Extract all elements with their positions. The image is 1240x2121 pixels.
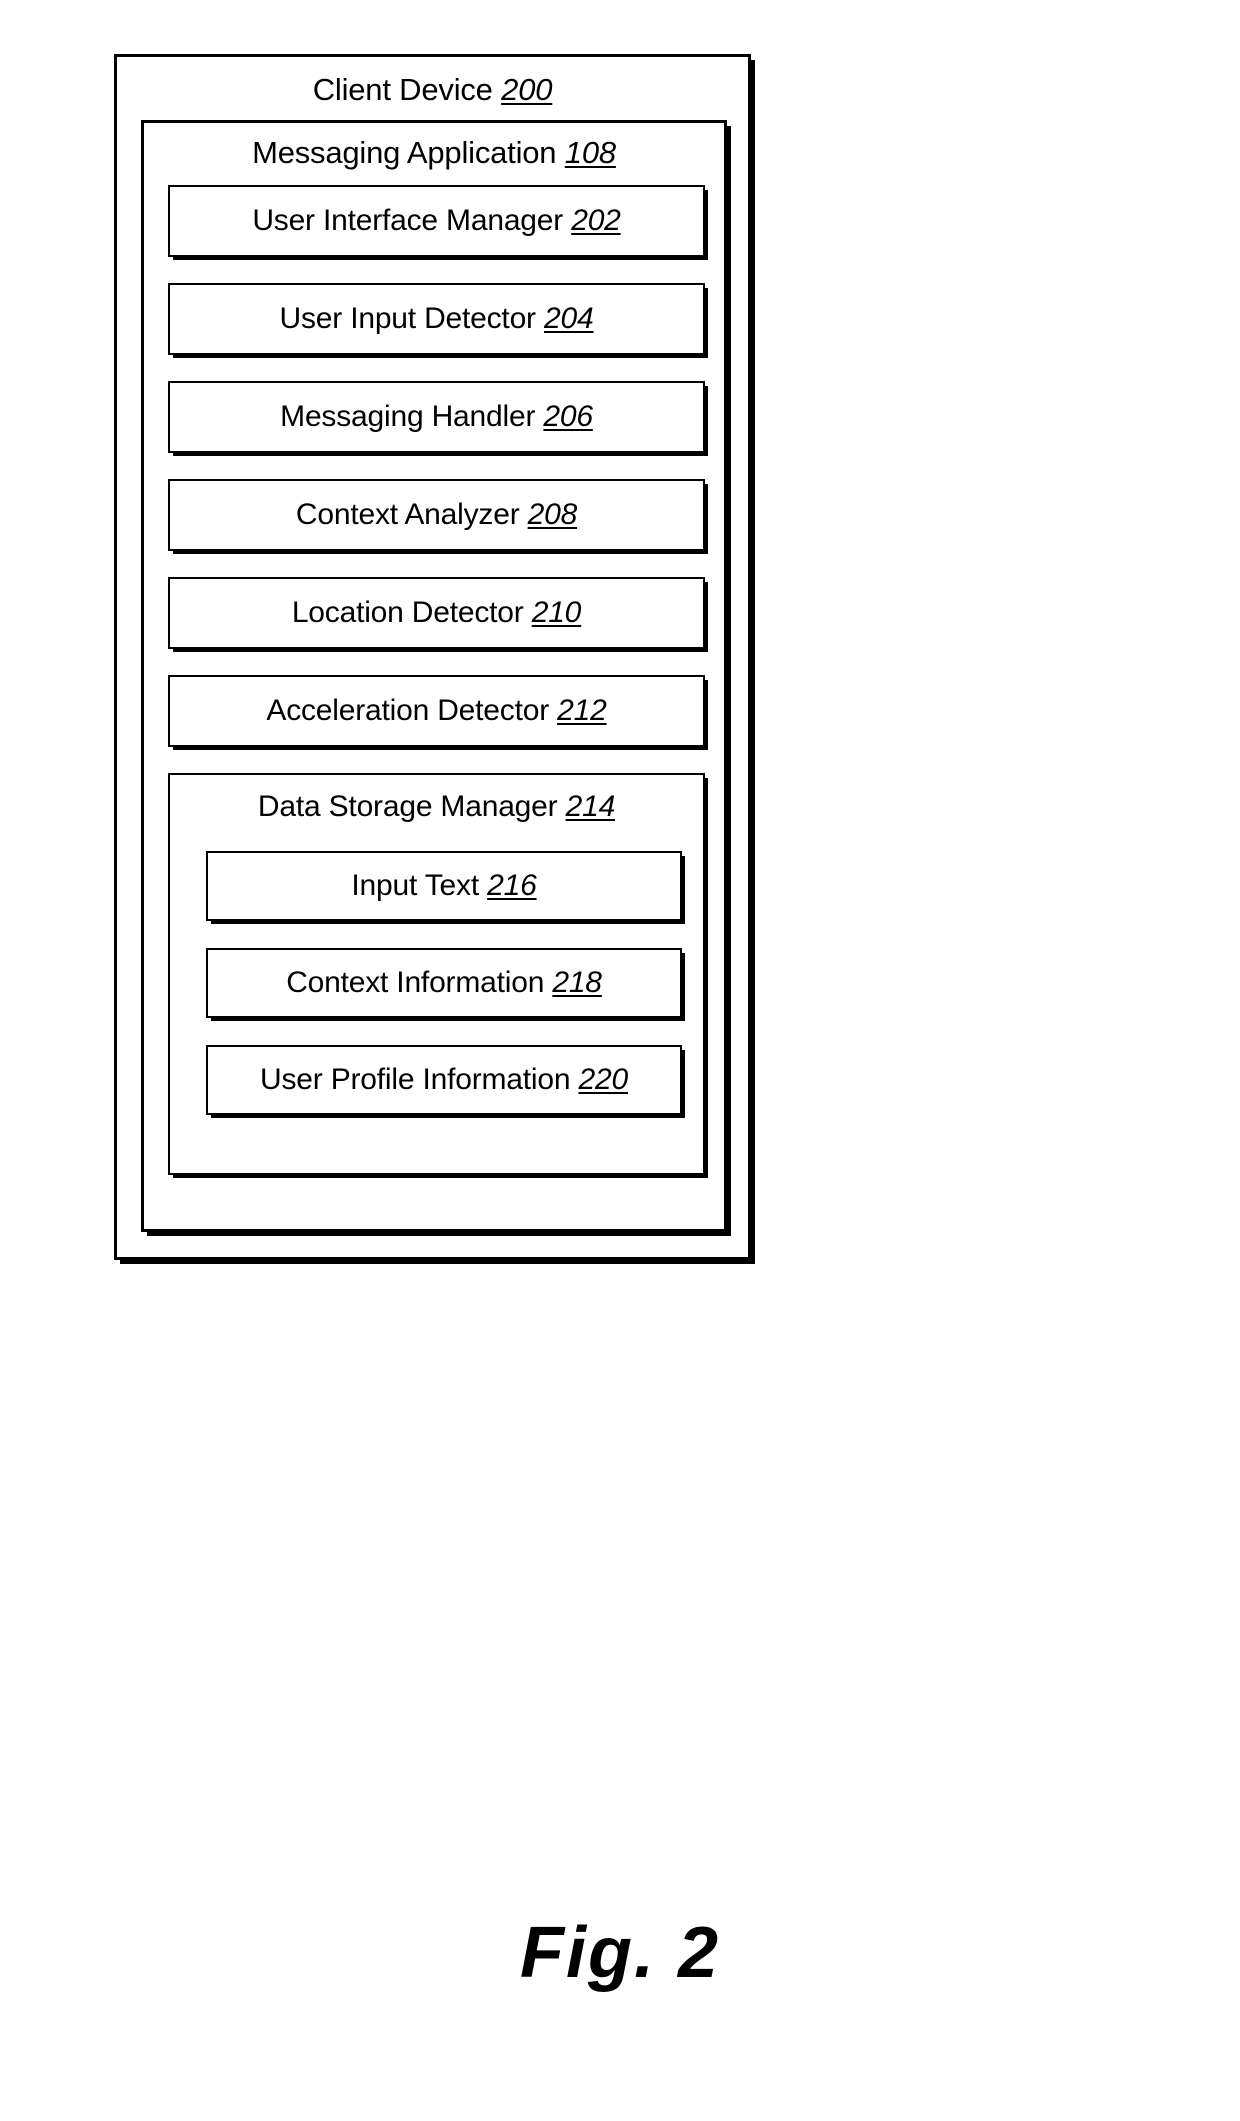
messaging-application-title-text: Messaging Application bbox=[252, 135, 557, 170]
storage-item-title-text: User Profile Information bbox=[260, 1063, 571, 1096]
client-device-box: Client Device 200 Messaging Application … bbox=[114, 54, 751, 1260]
storage-item-label: Context Information 218 bbox=[286, 968, 602, 998]
component-title-text: Messaging Handler bbox=[280, 400, 536, 433]
client-device-title: Client Device 200 bbox=[117, 74, 748, 105]
storage-item-label: User Profile Information 220 bbox=[260, 1065, 628, 1095]
messaging-application-title: Messaging Application 108 bbox=[144, 137, 724, 168]
component-user-input-detector: User Input Detector 204 bbox=[168, 283, 705, 355]
messaging-application-ref: 108 bbox=[564, 135, 616, 170]
storage-item-input-text: Input Text 216 bbox=[206, 851, 682, 921]
data-storage-manager-title: Data Storage Manager 214 bbox=[170, 792, 703, 822]
component-title-text: Location Detector bbox=[291, 596, 524, 629]
messaging-application-box: Messaging Application 108 User Interface… bbox=[141, 120, 727, 1232]
component-label: Context Analyzer 208 bbox=[296, 500, 577, 530]
component-label: Location Detector 210 bbox=[291, 596, 582, 629]
client-device-title-text: Client Device bbox=[312, 72, 493, 107]
storage-item-ref: 218 bbox=[552, 966, 602, 999]
component-label: Messaging Handler 206 bbox=[280, 402, 593, 432]
component-label: User Input Detector 204 bbox=[280, 304, 594, 334]
figure-caption: Fig. 2 bbox=[519, 1913, 720, 1993]
component-ref: 210 bbox=[531, 596, 582, 629]
data-storage-manager-box: Data Storage Manager 214 Input Text 216 … bbox=[168, 773, 705, 1175]
component-messaging-handler: Messaging Handler 206 bbox=[168, 381, 705, 453]
component-ref: 206 bbox=[543, 400, 593, 433]
storage-item-list: Input Text 216 Context Information 218 U… bbox=[206, 851, 682, 1115]
component-ref: 204 bbox=[543, 302, 594, 335]
storage-item-ref: 220 bbox=[578, 1063, 629, 1096]
storage-item-title-text: Input Text bbox=[351, 869, 479, 902]
component-list: User Interface Manager 202 User Input De… bbox=[168, 185, 705, 1175]
component-label: Acceleration Detector 212 bbox=[266, 696, 606, 726]
component-label: User Interface Manager 202 bbox=[252, 204, 621, 237]
data-storage-manager-ref: 214 bbox=[565, 790, 616, 823]
storage-item-user-profile-information: User Profile Information 220 bbox=[206, 1045, 682, 1115]
storage-item-title-text: Context Information bbox=[286, 966, 545, 999]
component-ref: 202 bbox=[571, 204, 621, 237]
client-device-ref: 200 bbox=[501, 72, 553, 107]
component-context-analyzer: Context Analyzer 208 bbox=[168, 479, 705, 551]
component-title-text: Acceleration Detector bbox=[266, 694, 549, 727]
component-title-text: User Input Detector bbox=[279, 302, 537, 335]
storage-item-label: Input Text 216 bbox=[351, 871, 536, 901]
storage-item-context-information: Context Information 218 bbox=[206, 948, 682, 1018]
storage-item-ref: 216 bbox=[487, 869, 537, 902]
component-acceleration-detector: Acceleration Detector 212 bbox=[168, 675, 705, 747]
component-user-interface-manager: User Interface Manager 202 bbox=[168, 185, 705, 257]
component-ref: 208 bbox=[527, 498, 578, 531]
data-storage-manager-title-text: Data Storage Manager bbox=[257, 790, 558, 823]
component-title-text: User Interface Manager bbox=[252, 204, 564, 237]
component-location-detector: Location Detector 210 bbox=[168, 577, 705, 649]
component-title-text: Context Analyzer bbox=[295, 498, 520, 531]
component-ref: 212 bbox=[557, 694, 607, 727]
